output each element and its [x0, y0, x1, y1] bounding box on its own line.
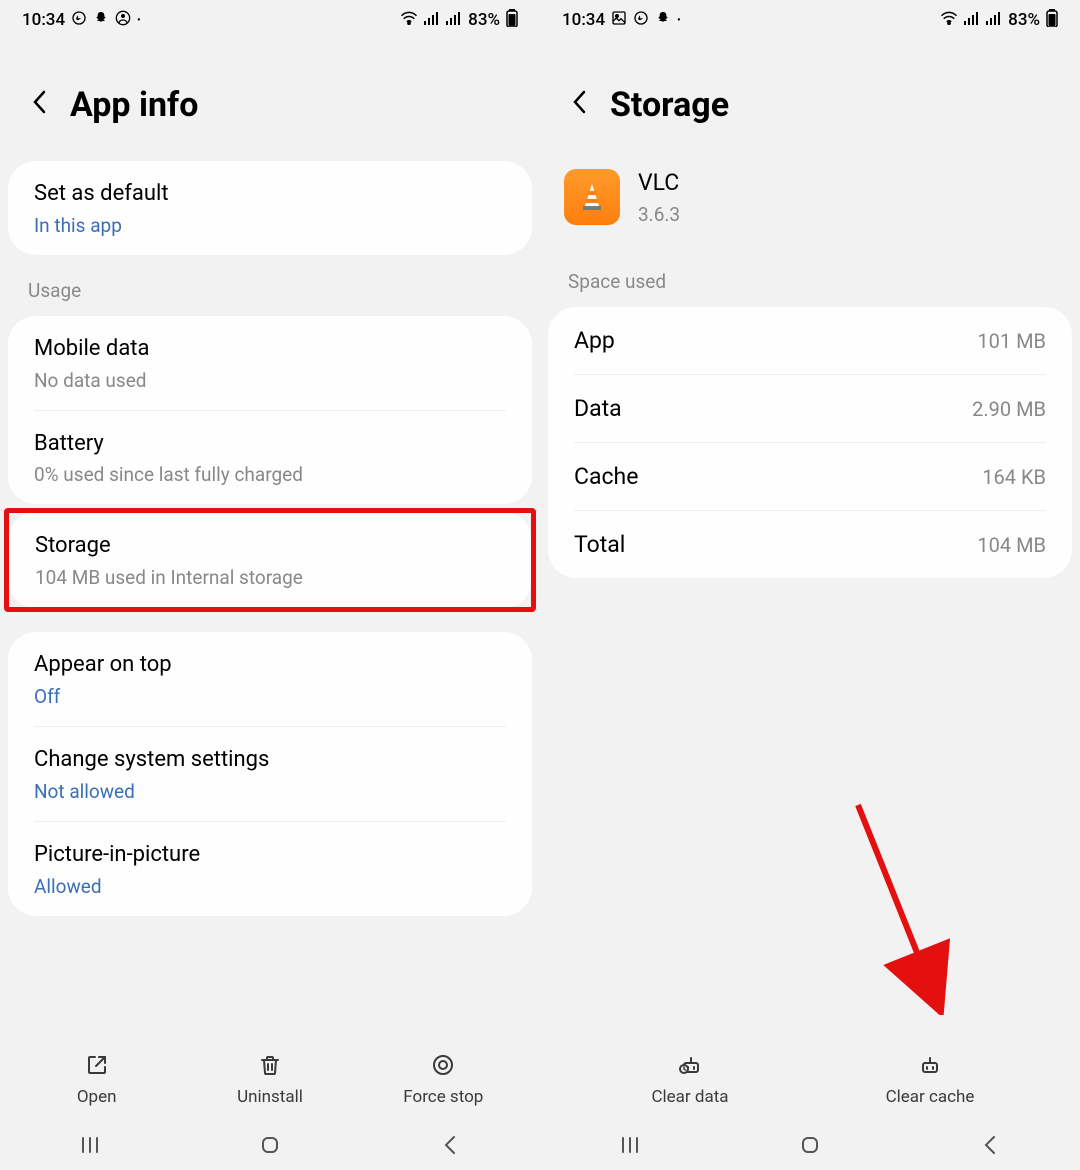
row-battery[interactable]: Battery 0% used since last fully charged: [8, 411, 532, 505]
row-set-as-default[interactable]: Set as default In this app: [8, 161, 532, 255]
snapchat-icon: [655, 10, 671, 31]
section-usage-label: Usage: [0, 261, 540, 310]
signal2-icon: [986, 10, 1002, 30]
row-total-size: Total 104 MB: [548, 511, 1072, 578]
bottom-actions: Clear data Clear cache: [540, 1043, 1080, 1115]
page-title: App info: [70, 85, 198, 125]
signal-icon: [964, 10, 980, 30]
signal-icon: [424, 10, 440, 30]
battery-percent: 83%: [1008, 10, 1040, 30]
row-appear-on-top[interactable]: Appear on top Off: [8, 632, 532, 726]
nav-back[interactable]: [970, 1134, 1010, 1156]
open-icon: [85, 1053, 109, 1081]
status-bar: 10:34 • 83%: [540, 0, 1080, 40]
more-dot-icon: •: [677, 15, 681, 26]
row-change-system-settings[interactable]: Change system settings Not allowed: [8, 727, 532, 821]
nav-bar: [540, 1120, 1080, 1170]
clear-data-button[interactable]: Clear data: [570, 1051, 810, 1107]
row-data-size: Data 2.90 MB: [548, 375, 1072, 442]
stop-icon: [431, 1053, 455, 1081]
whatsapp-icon: [633, 10, 649, 31]
card-usage: Mobile data No data used Battery 0% used…: [8, 316, 532, 505]
snapchat-icon: [93, 10, 109, 31]
page-title: Storage: [610, 85, 729, 125]
clear-cache-button[interactable]: Clear cache: [810, 1051, 1050, 1107]
nav-home[interactable]: [250, 1133, 290, 1157]
card-advanced: Appear on top Off Change system settings…: [8, 632, 532, 915]
nav-back[interactable]: [430, 1134, 470, 1156]
back-button[interactable]: [570, 88, 590, 123]
card-default: Set as default In this app: [8, 161, 532, 255]
vlc-app-icon: [564, 169, 620, 225]
battery-icon: [1046, 9, 1058, 32]
wifi-icon: [940, 10, 958, 30]
row-cache-size: Cache 164 KB: [548, 443, 1072, 510]
bottom-actions: Open Uninstall Force stop: [0, 1045, 540, 1115]
nav-home[interactable]: [790, 1133, 830, 1157]
battery-percent: 83%: [468, 10, 500, 30]
left-phone-appinfo: 10:34 • 83%: [0, 0, 540, 1170]
open-button[interactable]: Open: [10, 1053, 183, 1107]
force-stop-button[interactable]: Force stop: [357, 1053, 530, 1107]
status-time: 10:34: [562, 10, 605, 30]
row-picture-in-picture[interactable]: Picture-in-picture Allowed: [8, 822, 532, 916]
status-time: 10:34: [22, 10, 65, 30]
right-phone-storage: 10:34 • 83%: [540, 0, 1080, 1170]
app-version: 3.6.3: [638, 203, 680, 226]
row-mobile-data[interactable]: Mobile data No data used: [8, 316, 532, 410]
row-app-size: App 101 MB: [548, 307, 1072, 374]
status-bar: 10:34 • 83%: [0, 0, 540, 40]
app-info-block: VLC 3.6.3: [540, 155, 1080, 252]
app-name: VLC: [638, 167, 680, 199]
battery-icon: [506, 9, 518, 32]
wifi-icon: [400, 10, 418, 30]
nav-recent[interactable]: [70, 1135, 110, 1155]
trash-icon: [258, 1053, 282, 1081]
card-space-used: App 101 MB Data 2.90 MB Cache 164 KB Tot…: [548, 307, 1072, 578]
more-dot-icon: •: [137, 15, 141, 26]
uninstall-button[interactable]: Uninstall: [183, 1053, 356, 1107]
clear-data-icon: [677, 1051, 703, 1081]
signal2-icon: [446, 10, 462, 30]
gallery-icon: [611, 10, 627, 31]
back-button[interactable]: [30, 88, 50, 123]
whatsapp-icon: [71, 10, 87, 31]
page-header: Storage: [540, 40, 1080, 155]
row-storage[interactable]: Storage 104 MB used in Internal storage: [9, 513, 531, 607]
nav-bar: [0, 1120, 540, 1170]
clear-cache-icon: [917, 1051, 943, 1081]
highlight-storage: Storage 104 MB used in Internal storage: [4, 508, 536, 612]
page-header: App info: [0, 40, 540, 155]
section-space-label: Space used: [540, 252, 1080, 301]
account-icon: [115, 10, 131, 31]
nav-recent[interactable]: [610, 1135, 650, 1155]
